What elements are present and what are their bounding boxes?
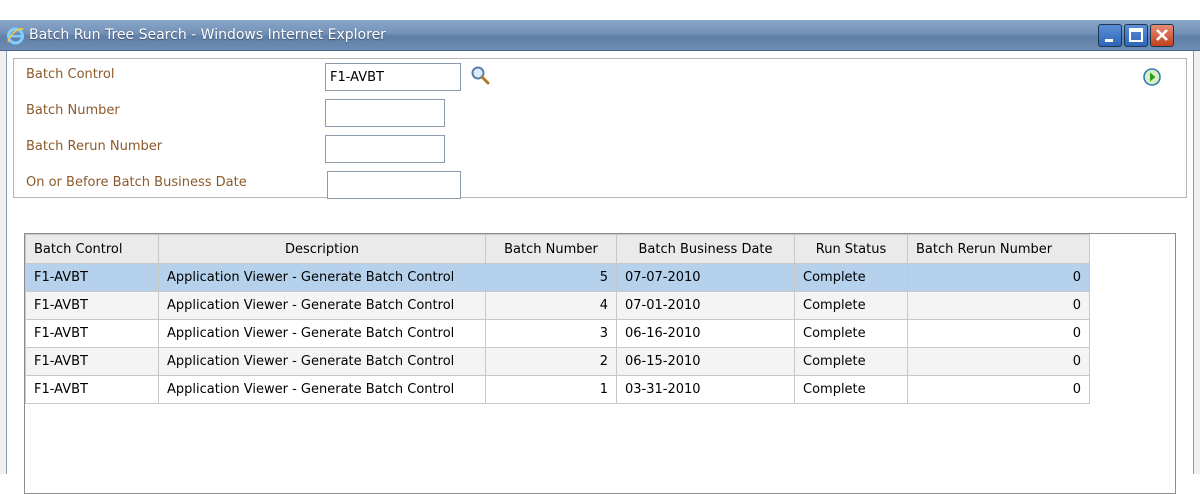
close-icon [1156,29,1168,41]
cell-description: Application Viewer - Generate Batch Cont… [158,319,486,348]
search-icon[interactable] [470,65,490,85]
batch-rerun-number-label: Batch Rerun Number [26,139,163,154]
cell-batch-number: 2 [485,347,617,376]
col-rerun-number[interactable]: Batch Rerun Number [907,234,1090,264]
search-panel: Batch Control Batch Number Batch Rerun N… [13,58,1187,199]
col-business-date[interactable]: Batch Business Date [616,234,795,264]
close-button[interactable] [1150,24,1174,47]
cell-rerun-number: 0 [907,291,1090,320]
cell-business-date: 06-16-2010 [616,319,795,348]
business-date-input[interactable] [327,171,461,199]
cell-description: Application Viewer - Generate Batch Cont… [158,291,486,320]
results-grid: Batch Control Description Batch Number B… [24,233,1176,494]
cell-rerun-number: 0 [907,375,1090,404]
maximize-icon [1129,28,1143,42]
table-row[interactable]: F1-AVBT Application Viewer - Generate Ba… [25,375,1090,404]
col-batch-number[interactable]: Batch Number [485,234,617,264]
minimize-button[interactable] [1098,24,1122,47]
cell-batch-control: F1-AVBT [25,375,159,404]
batch-control-label: Batch Control [26,67,115,82]
col-batch-control[interactable]: Batch Control [25,234,159,264]
cell-run-status: Complete [794,375,908,404]
cell-run-status: Complete [794,319,908,348]
batch-number-label: Batch Number [26,103,120,118]
cell-rerun-number: 0 [907,347,1090,376]
cell-batch-control: F1-AVBT [25,263,159,292]
window-title: Batch Run Tree Search - Windows Internet… [29,27,386,43]
cell-batch-number: 5 [485,263,617,292]
col-description[interactable]: Description [158,234,486,264]
cell-business-date: 07-01-2010 [616,291,795,320]
cell-description: Application Viewer - Generate Batch Cont… [158,375,486,404]
table-row[interactable]: F1-AVBT Application Viewer - Generate Ba… [25,319,1090,348]
cell-run-status: Complete [794,263,908,292]
cell-rerun-number: 0 [907,263,1090,292]
browser-window: Batch Run Tree Search - Windows Internet… [0,20,1200,494]
header-row: Batch Control Description Batch Number B… [25,234,1090,264]
cell-run-status: Complete [794,347,908,376]
batch-number-input[interactable] [325,99,445,127]
cell-description: Application Viewer - Generate Batch Cont… [158,347,486,376]
cell-batch-number: 1 [485,375,617,404]
cell-batch-number: 3 [485,319,617,348]
batch-rerun-number-input[interactable] [325,135,445,163]
cell-batch-control: F1-AVBT [25,319,159,348]
title-bar[interactable]: Batch Run Tree Search - Windows Internet… [0,20,1200,51]
cell-batch-control: F1-AVBT [25,291,159,320]
cell-run-status: Complete [794,291,908,320]
cell-business-date: 06-15-2010 [616,347,795,376]
cell-business-date: 03-31-2010 [616,375,795,404]
table-row[interactable]: F1-AVBT Application Viewer - Generate Ba… [25,263,1090,292]
business-date-label: On or Before Batch Business Date [26,175,247,190]
batch-control-input[interactable] [325,63,461,91]
ie-logo-icon [7,27,24,45]
table-row[interactable]: F1-AVBT Application Viewer - Generate Ba… [25,291,1090,320]
cell-rerun-number: 0 [907,319,1090,348]
maximize-button[interactable] [1124,24,1148,47]
cell-batch-control: F1-AVBT [25,347,159,376]
cell-batch-number: 4 [485,291,617,320]
results-table: Batch Control Description Batch Number B… [25,234,1090,404]
col-run-status[interactable]: Run Status [794,234,908,264]
minimize-icon [1105,39,1113,42]
go-arrow-icon[interactable] [1142,67,1162,87]
table-row[interactable]: F1-AVBT Application Viewer - Generate Ba… [25,347,1090,376]
cell-business-date: 07-07-2010 [616,263,795,292]
cell-description: Application Viewer - Generate Batch Cont… [158,263,486,292]
